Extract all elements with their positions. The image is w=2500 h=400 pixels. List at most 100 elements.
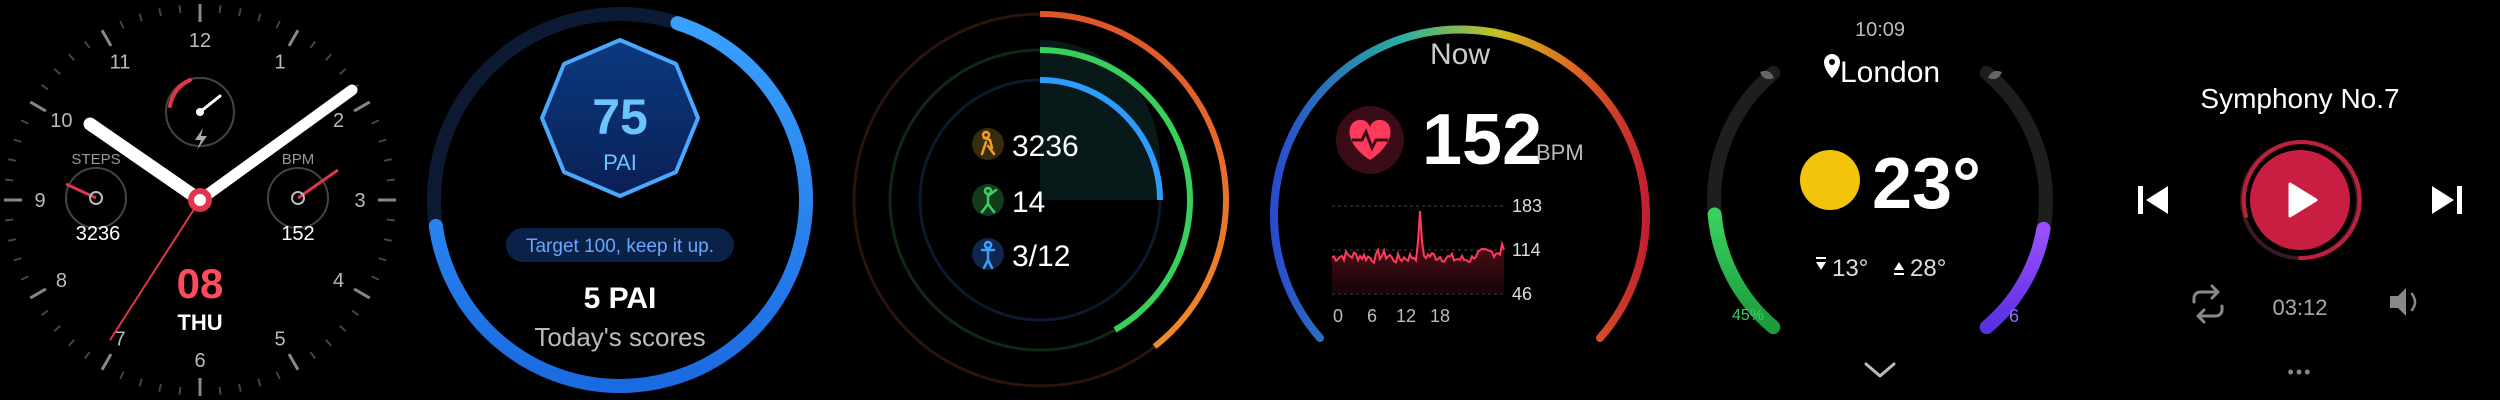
track-title: Symphony No.7: [2200, 83, 2399, 114]
pai-target-text: Target 100, keep it up.: [526, 236, 714, 257]
activity-calories: 14: [1012, 186, 1045, 219]
weather-city: London: [1840, 56, 1940, 89]
heart-now-label: Now: [1430, 38, 1490, 71]
heart-rate-y-ticks: 183 114 46: [1512, 196, 1542, 304]
minute-tick: [158, 383, 162, 392]
hour-numeral: 5: [274, 329, 285, 351]
music-player-widget[interactable]: Symphony No.7 03:12 •••: [2100, 0, 2500, 400]
minute-tick: [378, 138, 387, 143]
repeat-icon: [2192, 284, 2224, 324]
minute-tick: [119, 20, 125, 29]
bpm-subdial-hand: [297, 168, 339, 200]
weather-low: 13°: [1832, 255, 1868, 282]
minute-tick: [158, 8, 162, 17]
location-pin-icon: [1824, 54, 1840, 78]
hands-pin: [194, 194, 206, 206]
previous-track-button[interactable]: [2138, 186, 2168, 214]
volume-icon: [2390, 288, 2406, 316]
minute-tick: [238, 8, 242, 17]
heart-rate-value: 152: [1422, 100, 1542, 180]
minute-tick: [257, 13, 262, 22]
hour-numeral: 6: [194, 350, 205, 372]
x-tick-label: 12: [1396, 306, 1416, 326]
power-subdial-pin: [196, 108, 204, 116]
y-tick-label: 183: [1512, 196, 1542, 216]
heart-rate-x-ticks: 0 6 12 18: [1333, 306, 1450, 326]
previous-icon: [2146, 186, 2168, 214]
date-number: 08: [177, 260, 224, 307]
volume-button[interactable]: [2390, 288, 2417, 316]
pai-widget[interactable]: 75 PAI Target 100, keep it up. 5 PAI Tod…: [420, 0, 820, 400]
minute-tick: [383, 158, 392, 162]
hour-numeral: 1: [274, 51, 285, 73]
hour-numeral: 3: [354, 190, 365, 212]
play-button[interactable]: [2240, 140, 2362, 261]
minute-tick: [309, 351, 317, 360]
heart-rate-unit: BPM: [1536, 140, 1584, 165]
minute-tick: [4, 178, 14, 182]
low-temp-icon: [1816, 262, 1826, 270]
minute-tick: [100, 29, 113, 47]
minute-tick: [275, 371, 281, 380]
steps-label: STEPS: [71, 151, 120, 168]
minute-tick: [29, 287, 47, 300]
activity-rings-widget[interactable]: 3236 14 3/12: [840, 0, 1240, 400]
minute-tick: [275, 20, 281, 29]
minute-tick: [40, 309, 49, 317]
x-tick-label: 18: [1430, 306, 1450, 326]
minute-tick: [53, 68, 61, 75]
heart-rate-widget[interactable]: Now 152 BPM 183 114 46 0 6 12 18: [1260, 0, 1660, 400]
repeat-button[interactable]: [2192, 284, 2224, 324]
minute-tick: [83, 351, 91, 360]
pai-score-caption: Today's scores: [534, 322, 705, 352]
minute-tick: [351, 309, 360, 317]
more-options[interactable]: •••: [2288, 362, 2313, 382]
x-tick-label: 0: [1333, 306, 1343, 326]
minute-tick: [100, 353, 113, 371]
hour-numeral: 12: [189, 30, 211, 52]
minute-tick: [353, 100, 371, 113]
minute-tick: [383, 238, 392, 242]
activity-stand: 3/12: [1012, 240, 1070, 273]
minute-tick: [68, 339, 75, 347]
hour-numeral: 10: [50, 110, 72, 132]
next-track-button[interactable]: [2432, 186, 2462, 214]
minute-tick: [257, 378, 262, 387]
steps-subdial-hand: [65, 182, 97, 200]
minute-tick: [325, 53, 332, 61]
chevron-down-icon[interactable]: [1864, 362, 1896, 378]
minute-tick: [178, 386, 182, 396]
minute-tick: [325, 339, 332, 347]
minute-tick: [20, 275, 29, 281]
weather-widget[interactable]: 10:09 London 45% 6 23° 13° 28°: [1680, 0, 2080, 400]
minute-tick: [287, 29, 300, 47]
minute-tick: [4, 218, 14, 222]
playback-time: 03:12: [2272, 295, 2327, 320]
y-tick-label: 46: [1512, 284, 1532, 304]
minute-tick: [339, 325, 347, 332]
minute-tick: [83, 40, 91, 49]
high-temp-icon: [1894, 262, 1904, 270]
minute-tick: [218, 386, 222, 396]
sunny-icon: [1800, 150, 1860, 210]
minute-tick: [138, 378, 143, 387]
x-tick-label: 6: [1367, 306, 1377, 326]
minute-tick: [371, 275, 380, 281]
minute-tick: [53, 325, 61, 332]
hour-numeral: 11: [110, 51, 131, 73]
minute-tick: [8, 158, 17, 162]
hour-numeral: 9: [34, 190, 45, 212]
analog-watch-face[interactable]: 12 1 2 3 4 5 6 7 8 9 10 11 STEPS 3236 BPM 152 08 TH…: [0, 0, 400, 400]
uv-value: 6: [2009, 306, 2019, 326]
steps-value: 3236: [76, 223, 121, 245]
minute-tick: [68, 53, 75, 61]
bpm-label: BPM: [282, 151, 315, 168]
minute-tick: [371, 119, 380, 125]
minute-tick: [386, 178, 396, 182]
humidity-percent: 45%: [1732, 307, 1764, 324]
minute-tick: [386, 218, 396, 222]
minute-tick: [13, 257, 22, 262]
day-of-week: THU: [177, 310, 222, 335]
weather-time: 10:09: [1855, 19, 1905, 41]
minute-tick: [339, 68, 347, 75]
